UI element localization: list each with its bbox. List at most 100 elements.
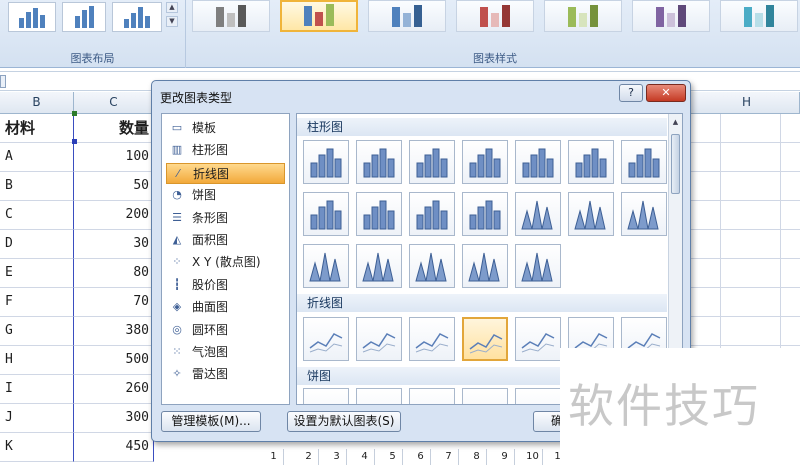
selection-handle[interactable] — [72, 111, 77, 116]
cell-c[interactable]: 450 — [74, 433, 154, 462]
column-chart-thumb[interactable] — [356, 140, 402, 184]
cell-b[interactable]: B — [0, 172, 74, 201]
chart-type-item[interactable]: ┇ 股价图 — [166, 275, 285, 296]
chart-type-item[interactable]: ▥ 柱形图 — [166, 140, 285, 161]
layout-thumb-3[interactable] — [112, 2, 162, 32]
cell-b[interactable]: F — [0, 288, 74, 317]
column-chart-thumb[interactable] — [356, 192, 402, 236]
pie-chart-thumb[interactable] — [303, 388, 349, 404]
style-thumb-gray[interactable] — [192, 0, 270, 32]
scroll-up-icon[interactable]: ▲ — [670, 115, 681, 129]
pie-chart-thumb[interactable] — [356, 388, 402, 404]
ribbon: ▲ ▼ 图表布局 图表样式 — [0, 0, 800, 68]
chart-type-item[interactable]: ⁙ 气泡图 — [166, 342, 285, 363]
axis-number: 5 — [383, 449, 403, 465]
column-header-b[interactable]: B — [0, 92, 74, 114]
chart-type-item[interactable]: ◈ 曲面图 — [166, 297, 285, 318]
chart-type-item[interactable]: ◭ 面积图 — [166, 230, 285, 251]
pie-chart-thumb[interactable] — [462, 388, 508, 404]
layout-thumb-1[interactable] — [8, 2, 56, 32]
line-chart-thumb[interactable] — [462, 317, 508, 361]
chart-type-item[interactable]: ⁄ 折线图 — [166, 162, 285, 184]
style-thumb-multicolor[interactable] — [280, 0, 358, 32]
cell-c[interactable]: 100 — [74, 143, 154, 172]
cell-b[interactable]: I — [0, 375, 74, 404]
cell-c[interactable]: 50 — [74, 172, 154, 201]
cone-chart-thumb[interactable] — [568, 192, 614, 236]
cell-b-header[interactable]: 材料 — [0, 114, 74, 143]
cell-b[interactable]: H — [0, 346, 74, 375]
column-chart-thumb[interactable] — [515, 140, 561, 184]
chart-type-item[interactable]: ◔ 饼图 — [166, 185, 285, 206]
grid-line — [690, 200, 800, 201]
cell-b[interactable]: A — [0, 143, 74, 172]
column-chart-thumb[interactable] — [462, 192, 508, 236]
column-chart-thumb[interactable] — [621, 140, 667, 184]
chart-type-item[interactable]: ▭ 模板 — [166, 118, 285, 139]
surface-chart-icon: ◈ — [172, 300, 182, 314]
style-thumb-red[interactable] — [456, 0, 534, 32]
chart-type-label: 雷达图 — [192, 367, 229, 382]
line-chart-thumb[interactable] — [409, 317, 455, 361]
column-chart-thumb[interactable] — [303, 140, 349, 184]
selection-handle[interactable] — [72, 139, 77, 144]
cell-b[interactable]: G — [0, 317, 74, 346]
set-default-chart-button[interactable]: 设置为默认图表(S) — [287, 411, 401, 432]
cone-chart-thumb[interactable] — [356, 244, 402, 288]
cell-c[interactable]: 70 — [74, 288, 154, 317]
chart-type-item[interactable]: ⁘ X Y (散点图) — [166, 252, 285, 273]
gallery-more-icon[interactable]: ▼ — [166, 16, 178, 27]
cell-b[interactable]: D — [0, 230, 74, 259]
line-chart-thumb[interactable] — [356, 317, 402, 361]
column-chart-thumb[interactable] — [409, 140, 455, 184]
gallery-scroll-up-icon[interactable]: ▲ — [166, 2, 178, 13]
line-chart-thumb[interactable] — [303, 317, 349, 361]
chart-type-item[interactable]: ☰ 条形图 — [166, 208, 285, 229]
style-thumb-teal[interactable] — [720, 0, 798, 32]
cell-b[interactable]: E — [0, 259, 74, 288]
column-header-c[interactable]: C — [74, 92, 154, 114]
help-button[interactable]: ? — [619, 84, 643, 102]
column-chart-thumb[interactable] — [568, 140, 614, 184]
column-chart-thumb[interactable] — [462, 140, 508, 184]
cone-chart-thumb[interactable] — [462, 244, 508, 288]
watermark-area: 软件技巧 — [560, 348, 800, 465]
chart-type-item[interactable]: ✧ 雷达图 — [166, 364, 285, 385]
pie-chart-thumb[interactable] — [515, 388, 561, 404]
cell-c-header[interactable]: 数量 — [74, 114, 154, 143]
scatter-chart-icon: ⁘ — [172, 255, 182, 269]
chart-type-item[interactable]: ◎ 圆环图 — [166, 320, 285, 341]
column-chart-thumb[interactable] — [409, 192, 455, 236]
column-header-h[interactable]: H — [694, 92, 800, 114]
scroll-thumb[interactable] — [671, 134, 680, 194]
manage-templates-button[interactable]: 管理模板(M)... — [161, 411, 261, 432]
cell-b[interactable]: K — [0, 433, 74, 462]
cone-chart-thumb[interactable] — [621, 192, 667, 236]
pie-chart-icon: ◔ — [172, 188, 182, 202]
formula-bar-handle[interactable] — [0, 75, 6, 88]
style-thumb-blue[interactable] — [368, 0, 446, 32]
pie-chart-thumb[interactable] — [409, 388, 455, 404]
line-chart-thumb[interactable] — [515, 317, 561, 361]
axis-number: 6 — [411, 449, 431, 465]
cell-b[interactable]: C — [0, 201, 74, 230]
cell-c[interactable]: 200 — [74, 201, 154, 230]
style-thumb-green[interactable] — [544, 0, 622, 32]
cell-c[interactable]: 30 — [74, 230, 154, 259]
cell-c[interactable]: 500 — [74, 346, 154, 375]
cell-b[interactable]: J — [0, 404, 74, 433]
cell-c[interactable]: 80 — [74, 259, 154, 288]
column-chart-thumb[interactable] — [303, 192, 349, 236]
close-button[interactable]: ✕ — [646, 84, 686, 102]
axis-number: 7 — [439, 449, 459, 465]
chart-type-label: 饼图 — [192, 188, 217, 203]
layout-thumb-2[interactable] — [62, 2, 106, 32]
style-thumb-purple[interactable] — [632, 0, 710, 32]
cone-chart-thumb[interactable] — [515, 244, 561, 288]
cone-chart-thumb[interactable] — [303, 244, 349, 288]
cell-c[interactable]: 300 — [74, 404, 154, 433]
cell-c[interactable]: 260 — [74, 375, 154, 404]
cone-chart-thumb[interactable] — [409, 244, 455, 288]
cell-c[interactable]: 380 — [74, 317, 154, 346]
cone-chart-thumb[interactable] — [515, 192, 561, 236]
